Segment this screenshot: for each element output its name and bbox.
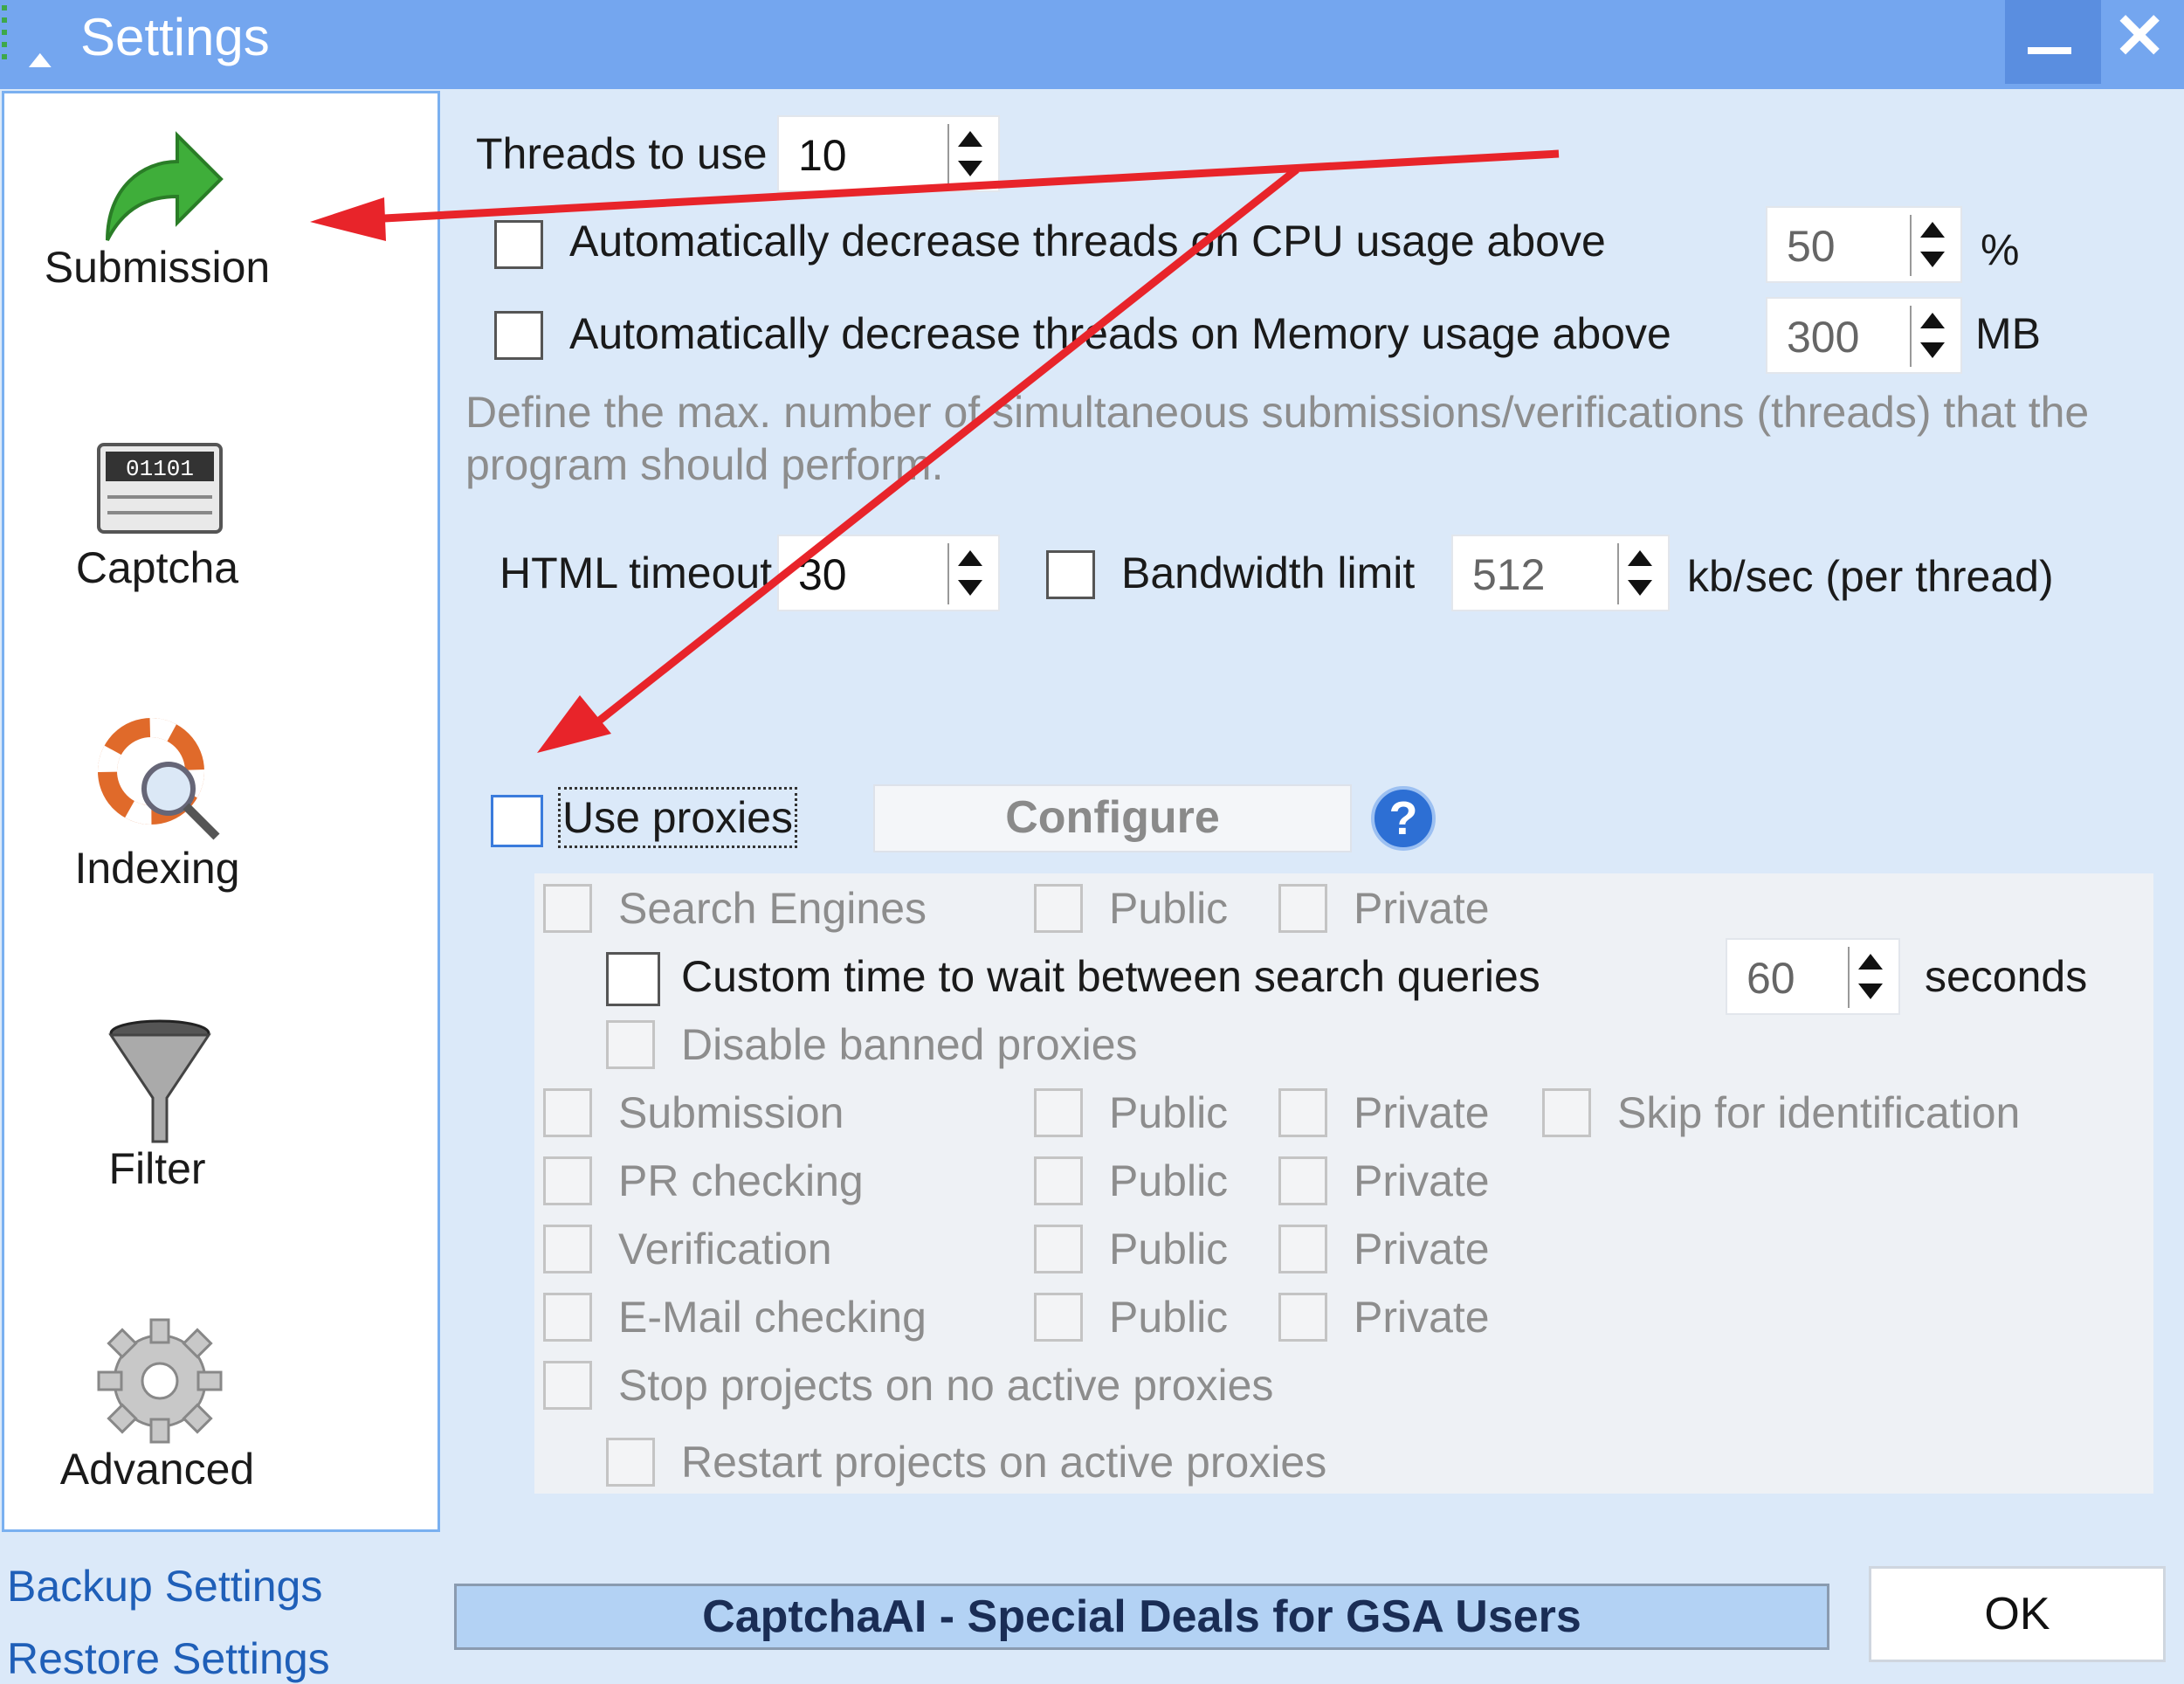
annotation-arrowhead xyxy=(537,695,611,753)
annotation-arrow-to-proxies xyxy=(591,166,1299,728)
annotation-arrows xyxy=(310,149,1560,753)
annotation-arrowhead xyxy=(310,197,386,241)
annotation-arrow-to-submission xyxy=(383,149,1560,223)
